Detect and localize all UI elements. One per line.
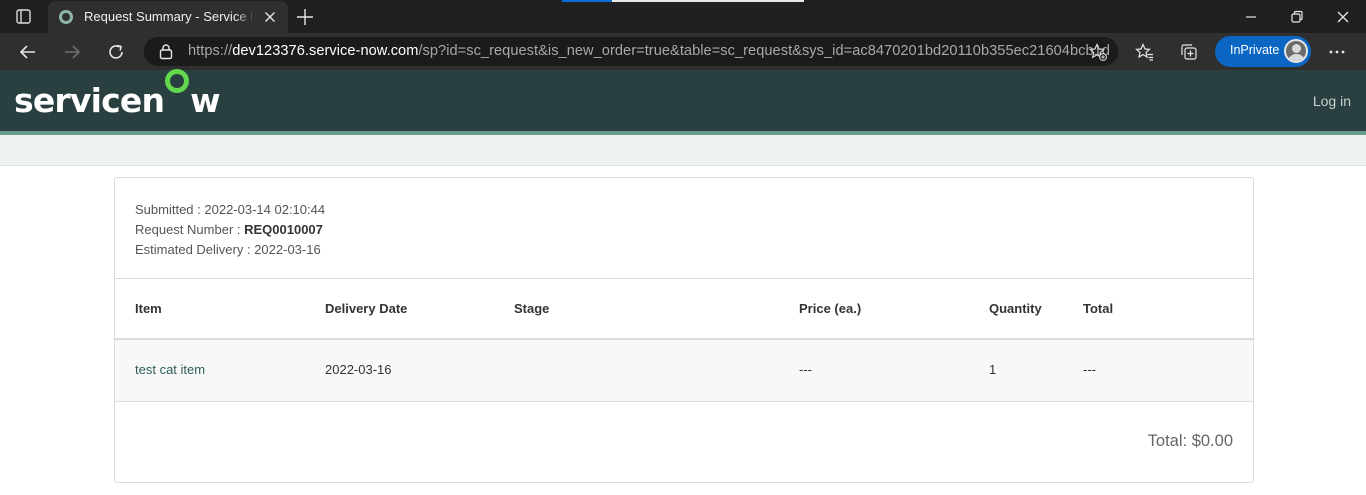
avatar xyxy=(1284,39,1308,63)
login-link[interactable]: Log in xyxy=(1313,93,1351,109)
table-header: Item Delivery Date Stage Price (ea.) Qua… xyxy=(115,278,1253,340)
url-domain: dev123376.service-now.com xyxy=(232,43,419,59)
address-bar[interactable]: https://dev123376.service-now.com/sp?id=… xyxy=(144,37,1118,66)
lock-icon[interactable] xyxy=(158,43,174,60)
forward-arrow-icon[interactable] xyxy=(61,41,83,63)
breadcrumb-bar xyxy=(0,135,1366,166)
url-prefix: https:// xyxy=(188,43,233,59)
request-number-line: Request Number : REQ0010007 xyxy=(135,220,325,240)
url-path: /sp?id=sc_request&is_new_order=true&tabl… xyxy=(418,43,1110,59)
request-number-value: REQ0010007 xyxy=(244,222,323,237)
submitted-label: Submitted : xyxy=(135,202,205,217)
close-icon[interactable] xyxy=(262,9,278,25)
estimated-delivery-value: 2022-03-16 xyxy=(254,242,321,257)
logo-text-after: w xyxy=(190,81,220,120)
estimated-delivery-label: Estimated Delivery : xyxy=(135,242,255,257)
servicenow-favicon-icon xyxy=(58,9,74,25)
browser-toolbar: https://dev123376.service-now.com/sp?id=… xyxy=(0,33,1366,70)
minimize-icon[interactable] xyxy=(1240,6,1262,28)
column-header-price: Price (ea.) xyxy=(799,301,862,316)
portal-header: servicen w Log in xyxy=(0,69,1366,131)
selection-strip xyxy=(612,0,804,2)
request-number-label: Request Number : xyxy=(135,222,245,237)
estimated-delivery-line: Estimated Delivery : 2022-03-16 xyxy=(135,240,325,260)
column-header-stage: Stage xyxy=(514,301,550,316)
total-label: Total: xyxy=(1147,432,1192,450)
column-header-total: Total xyxy=(1083,301,1114,316)
selection-strip xyxy=(562,0,612,2)
item-link[interactable]: test cat item xyxy=(135,362,205,377)
restore-icon[interactable] xyxy=(1286,6,1308,28)
table-row: test cat item 2022-03-16 --- 1 --- xyxy=(115,340,1253,402)
browser-tab[interactable]: Request Summary - Service Portal xyxy=(48,1,288,33)
total-value: $0.00 xyxy=(1191,432,1233,450)
logo-text-before: servicen xyxy=(14,81,165,120)
column-header-item: Item xyxy=(135,301,162,316)
logo-o-ring xyxy=(164,69,190,112)
delivery-date-cell: 2022-03-16 xyxy=(325,362,392,377)
inprivate-label: InPrivate xyxy=(1230,43,1280,57)
submitted-value: 2022-03-14 02:10:44 xyxy=(204,202,326,217)
refresh-icon[interactable] xyxy=(105,41,127,63)
back-arrow-icon[interactable] xyxy=(17,41,39,63)
plus-icon[interactable] xyxy=(294,6,316,28)
submitted-line: Submitted : 2022-03-14 02:10:44 xyxy=(135,200,325,220)
servicenow-logo[interactable]: servicen w xyxy=(14,69,221,120)
tab-title: Request Summary - Service Portal xyxy=(84,9,252,24)
tab-actions-icon[interactable] xyxy=(12,7,36,27)
quantity-cell: 1 xyxy=(989,362,997,377)
order-total: Total: $0.00 xyxy=(1148,432,1233,451)
request-summary-panel: Submitted : 2022-03-14 02:10:44 Request … xyxy=(114,177,1254,483)
url-text[interactable]: https://dev123376.service-now.com/sp?id=… xyxy=(188,43,1110,59)
price-cell: --- xyxy=(799,362,812,377)
browser-tab-bar: Request Summary - Service Portal xyxy=(0,0,1366,33)
column-header-delivery-date: Delivery Date xyxy=(325,301,408,316)
close-window-icon[interactable] xyxy=(1332,6,1354,28)
star-plus-icon[interactable] xyxy=(1088,42,1108,62)
collections-icon[interactable] xyxy=(1178,41,1200,63)
request-meta: Submitted : 2022-03-14 02:10:44 Request … xyxy=(135,200,325,260)
total-cell: --- xyxy=(1083,362,1096,377)
favorites-icon[interactable] xyxy=(1134,41,1156,63)
inprivate-button[interactable]: InPrivate xyxy=(1215,36,1311,67)
column-header-quantity: Quantity xyxy=(989,301,1042,316)
more-icon[interactable] xyxy=(1326,41,1348,63)
tab-title-fade xyxy=(234,7,256,27)
